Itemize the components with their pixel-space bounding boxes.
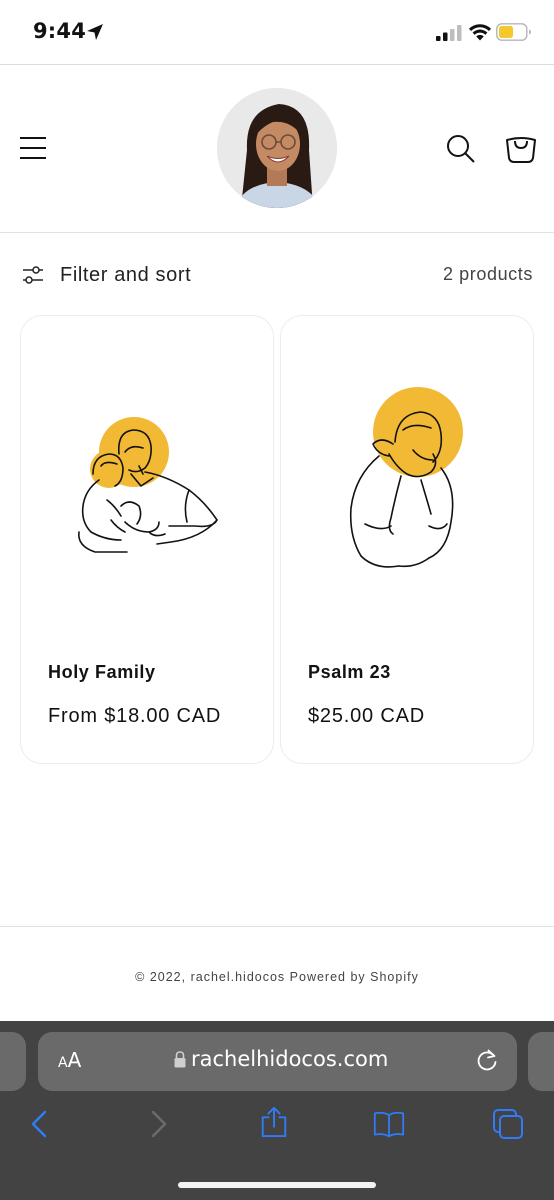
next-tab-pill[interactable] <box>528 1032 554 1091</box>
address-bar[interactable]: AA rachelhidocos.com <box>38 1032 517 1091</box>
product-card-psalm-23[interactable]: Psalm 23 $25.00 CAD <box>280 315 534 764</box>
cart-icon[interactable] <box>505 132 537 164</box>
product-title[interactable]: Psalm 23 <box>308 662 391 683</box>
browser-toolbar: AA rachelhidocos.com <box>0 1021 554 1200</box>
filter-row: Filter and sort 2 products <box>0 250 554 298</box>
location-arrow-icon <box>87 24 103 40</box>
bookmarks-icon[interactable] <box>373 1108 405 1140</box>
lock-icon <box>174 1050 186 1067</box>
url-field[interactable]: rachelhidocos.com <box>174 1047 388 1071</box>
battery-icon <box>496 23 531 41</box>
forward-icon <box>151 1110 167 1138</box>
footer-divider <box>0 926 554 927</box>
product-card-holy-family[interactable]: Holy Family From $18.00 CAD <box>20 315 274 764</box>
footer-copyright: © 2022, rachel.hidocos Powered by Shopif… <box>135 970 419 984</box>
share-icon[interactable] <box>258 1106 290 1138</box>
home-indicator <box>178 1182 376 1188</box>
filter-sliders-icon <box>23 266 43 284</box>
tabs-icon[interactable] <box>492 1108 524 1140</box>
avatar[interactable] <box>217 88 337 208</box>
filter-and-sort-button[interactable]: Filter and sort <box>22 262 191 288</box>
previous-tab-pill[interactable] <box>0 1032 26 1091</box>
cellular-signal-icon <box>436 25 462 41</box>
avatar-photo <box>217 88 337 208</box>
url-text: rachelhidocos.com <box>191 1047 389 1071</box>
site-header <box>0 65 554 232</box>
search-icon[interactable] <box>446 134 476 164</box>
wifi-icon <box>469 24 491 41</box>
reload-icon[interactable] <box>476 1048 498 1072</box>
status-time: 9:44 <box>33 19 87 43</box>
psalm-23-illustration <box>349 387 463 568</box>
back-icon[interactable] <box>25 1108 57 1140</box>
status-bar: 9:44 <box>0 0 554 64</box>
product-count: 2 products <box>442 264 533 284</box>
product-title[interactable]: Holy Family <box>48 662 156 683</box>
filter-label: Filter and sort <box>60 263 192 286</box>
product-price: $25.00 CAD <box>308 705 425 727</box>
header-divider <box>0 232 554 233</box>
holy-family-illustration <box>78 417 218 553</box>
menu-icon[interactable] <box>20 135 46 161</box>
product-price: From $18.00 CAD <box>48 705 222 727</box>
reader-options-button[interactable]: AA <box>58 1048 81 1072</box>
